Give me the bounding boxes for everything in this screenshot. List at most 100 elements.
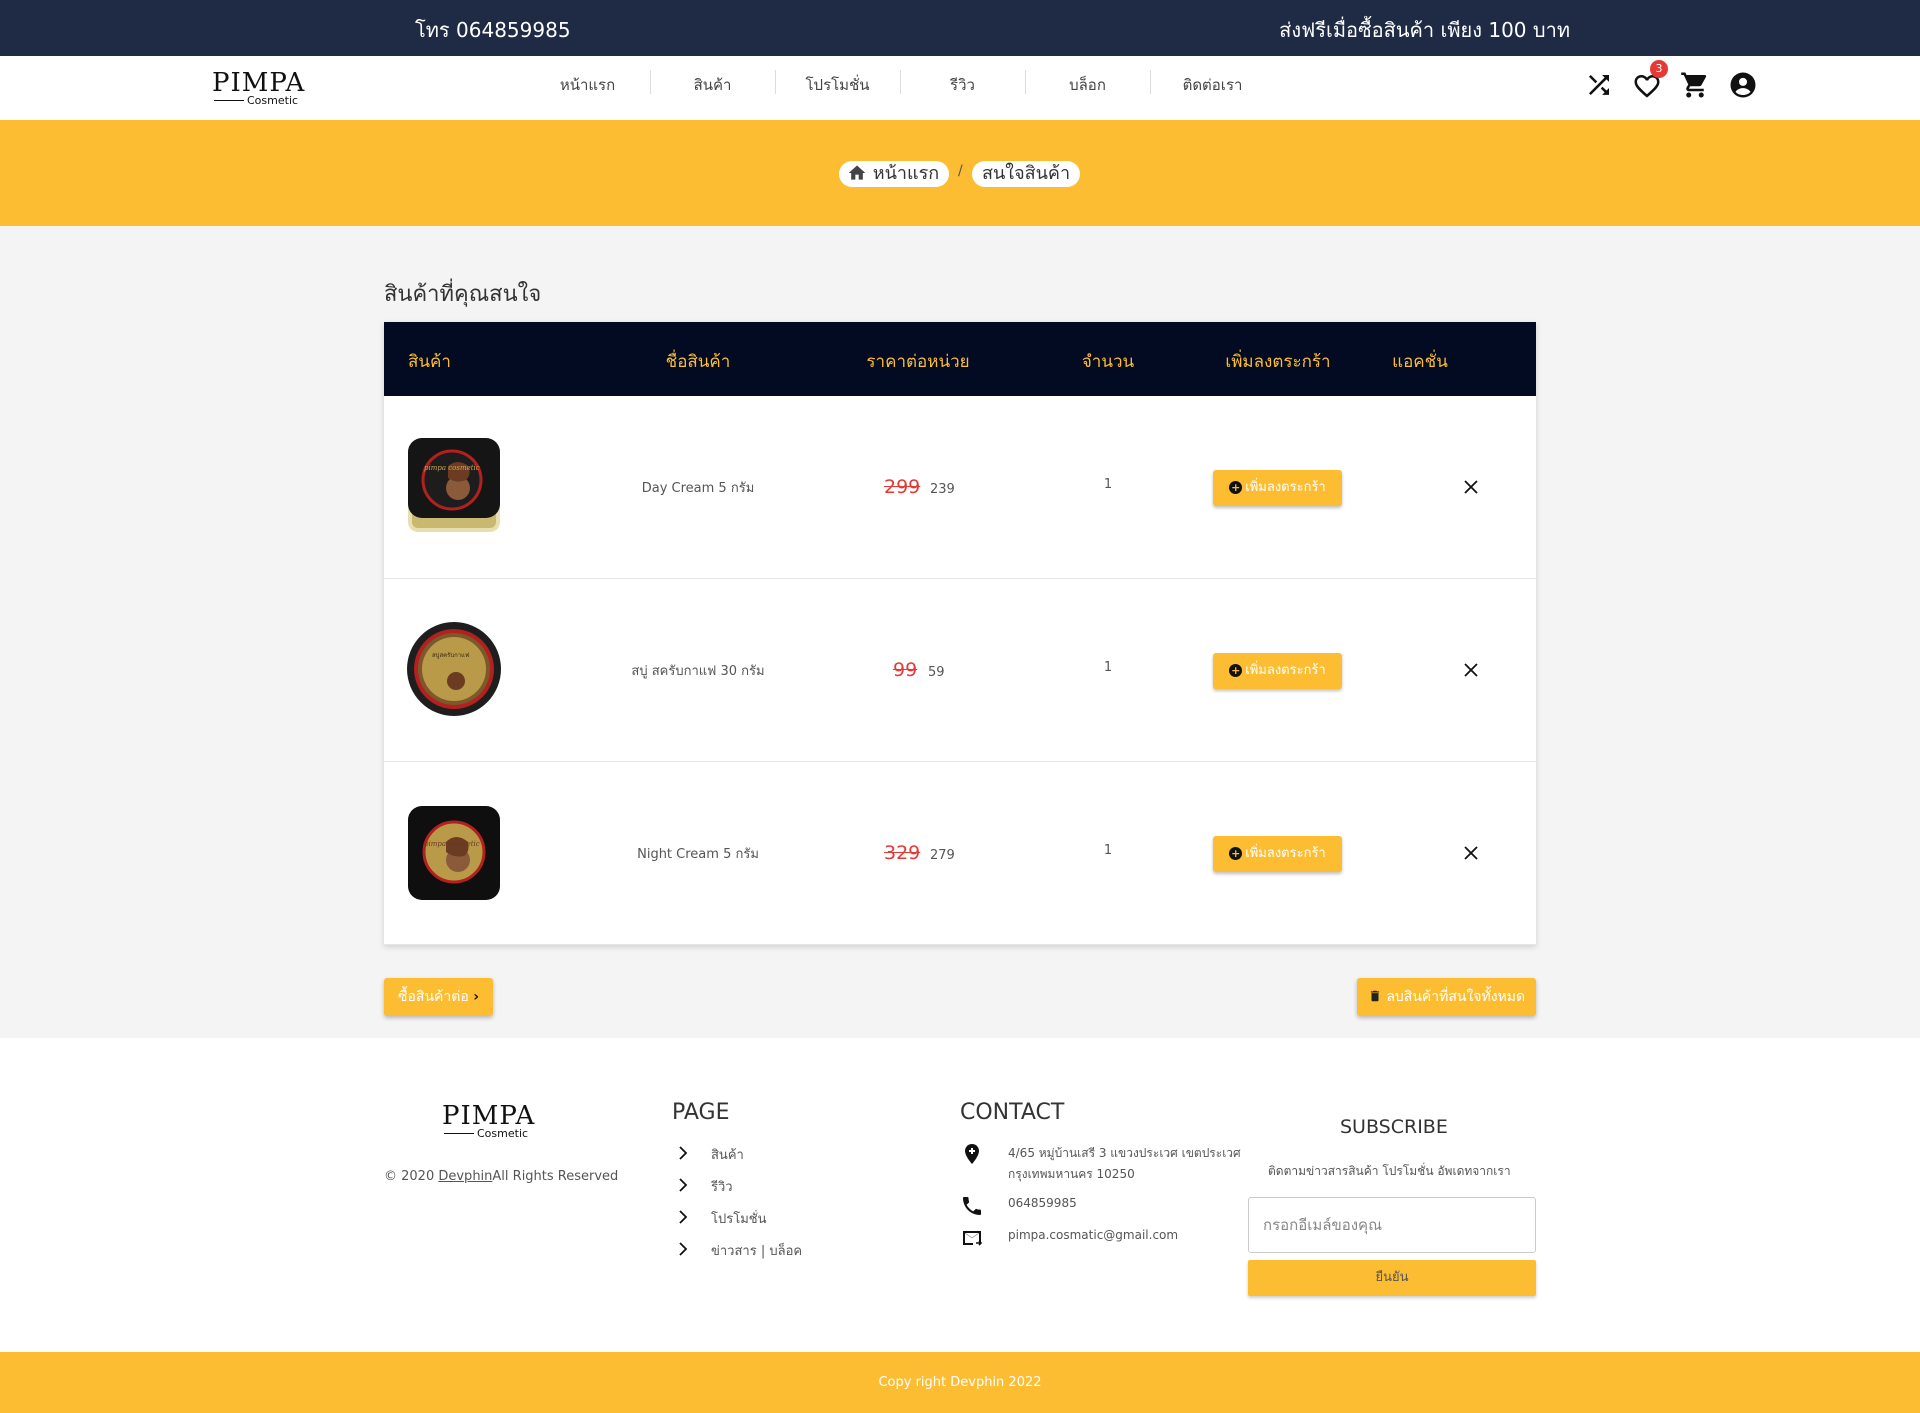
home-icon <box>848 165 866 180</box>
nav-promotion[interactable]: โปรโมชั่น <box>775 70 900 100</box>
page-title: สินค้าที่คุณสนใจ <box>384 282 542 307</box>
product-quantity: 1 <box>1103 843 1113 858</box>
footer-bottom-bar: Copy right Devphin 2022 <box>0 1352 1920 1413</box>
product-image-coffee-scrub-soap[interactable]: สบู่สครับกาแฟ <box>406 619 502 719</box>
copyright-prefix: © 2020 <box>384 1169 439 1184</box>
nav-blog[interactable]: บล็อก <box>1025 70 1150 100</box>
product-name: Day Cream 5 กรัม <box>641 481 755 496</box>
wishlist-count-badge: 3 <box>1650 60 1668 78</box>
email-icon <box>963 1231 983 1246</box>
footer-link-promotion[interactable]: โปรโมชั่น <box>711 1208 766 1229</box>
footer-link-review[interactable]: รีวิว <box>711 1176 733 1197</box>
contact-address-line1: 4/65 หมู่บ้านเสรี 3 แขวงประเวศ เขตประเวศ <box>1008 1146 1241 1160</box>
shuffle-icon[interactable] <box>1584 70 1614 100</box>
plus-circle-icon: + <box>1229 847 1243 860</box>
product-name: Night Cream 5 กรัม <box>637 847 759 862</box>
plus-circle-icon: + <box>1229 664 1243 677</box>
footer-link-news-blog[interactable]: ข่าวสาร | บล็อค <box>711 1240 802 1261</box>
price-sale: 239 <box>930 482 955 497</box>
subscribe-email-input[interactable]: กรอกอีเมล์ของคุณ <box>1248 1197 1536 1253</box>
th-action: แอคชั่น <box>1392 352 1448 372</box>
th-product: สินค้า <box>408 352 451 372</box>
breadcrumb-home-label: หน้าแรก <box>872 163 940 184</box>
footer-logo[interactable]: PIMPA Cosmetic <box>442 1102 534 1142</box>
table-row: pimpa cosmetic Day Cream 5 กรัม 299 239 … <box>384 396 1536 579</box>
chevron-right-icon <box>679 1146 688 1160</box>
account-icon[interactable] <box>1728 70 1758 100</box>
svg-text:pimpa cosmetic: pimpa cosmetic <box>424 840 480 848</box>
breadcrumb-current: สนใจสินค้า <box>972 161 1081 187</box>
svg-text:pimpa cosmetic: pimpa cosmetic <box>424 464 480 472</box>
table-row: สบู่สครับกาแฟ สบู่ สครับกาแฟ 30 กรัม 99 … <box>384 579 1536 762</box>
breadcrumb-home[interactable]: หน้าแรก <box>839 161 950 187</box>
footer-page-heading: PAGE <box>672 1100 730 1125</box>
add-to-cart-button[interactable]: + เพิ่มลงตระกร้า <box>1213 836 1342 872</box>
footer-copyright: © 2020 DevphinAll Rights Reserved <box>384 1169 618 1184</box>
price-original: 329 <box>884 842 921 864</box>
add-to-cart-label: เพิ่มลงตระกร้า <box>1245 663 1326 678</box>
footer-logo-underline <box>444 1133 474 1134</box>
copyright-suffix: All Rights Reserved <box>492 1169 619 1184</box>
contact-address-line2: กรุงเทพมหานคร 10250 <box>1008 1167 1135 1181</box>
product-image-night-cream[interactable]: pimpa cosmetic <box>406 802 502 902</box>
top-bar: โทร 064859985 ส่งฟรีเมื่อซื้อสินค้า เพีย… <box>0 0 1920 56</box>
price-original: 99 <box>893 659 918 681</box>
site-logo[interactable]: PIMPA Cosmetic <box>212 69 304 109</box>
site-header: PIMPA Cosmetic หน้าแรก สินค้า โปรโมชั่น … <box>0 56 1920 120</box>
trash-icon <box>1370 990 1379 1002</box>
logo-sub: Cosmetic <box>247 94 299 107</box>
continue-shopping-button[interactable]: ซื้อสินค้าต่อ › <box>384 978 493 1016</box>
contact-email[interactable]: pimpa.cosmatic@gmail.com <box>1008 1228 1178 1242</box>
breadcrumb-band: หน้าแรก / สนใจสินค้า <box>0 120 1920 226</box>
clear-wishlist-label: ลบสินค้าที่สนใจทั้งหมด <box>1386 989 1526 1005</box>
product-name: สบู่ สครับกาแฟ 30 กรัม <box>631 664 765 679</box>
nav-review[interactable]: รีวิว <box>900 70 1025 100</box>
price-sale: 59 <box>928 665 945 680</box>
chevron-right-icon: › <box>473 989 479 1005</box>
chevron-right-icon <box>679 1210 688 1224</box>
remove-close-icon[interactable] <box>1462 844 1480 862</box>
cart-icon[interactable] <box>1680 70 1710 100</box>
contact-phone: 064859985 <box>1008 1196 1077 1210</box>
table-header: สินค้า ชื่อสินค้า ราคาต่อหน่วย จำนวน เพิ… <box>384 322 1536 396</box>
footer-subscribe-heading: SUBSCRIBE <box>1340 1116 1448 1138</box>
th-unit-price: ราคาต่อหน่วย <box>866 352 970 372</box>
breadcrumb-separator: / <box>958 163 963 179</box>
phone-icon <box>963 1197 981 1215</box>
continue-shopping-label: ซื้อสินค้าต่อ <box>398 989 469 1005</box>
th-add-to-cart: เพิ่มลงตระกร้า <box>1225 352 1331 372</box>
remove-close-icon[interactable] <box>1462 661 1480 679</box>
table-row: pimpa cosmetic Night Cream 5 กรัม 329 27… <box>384 762 1536 945</box>
subscribe-submit-button[interactable]: ยืนยัน <box>1248 1260 1536 1296</box>
add-to-cart-button[interactable]: + เพิ่มลงตระกร้า <box>1213 653 1342 689</box>
logo-brand: PIMPA <box>212 68 306 98</box>
product-quantity: 1 <box>1103 660 1113 675</box>
nav-home[interactable]: หน้าแรก <box>525 70 650 100</box>
breadcrumb-current-label: สนใจสินค้า <box>982 163 1071 184</box>
svg-text:สบู่สครับกาแฟ: สบู่สครับกาแฟ <box>432 652 469 659</box>
remove-close-icon[interactable] <box>1462 478 1480 496</box>
plus-circle-icon: + <box>1229 481 1243 494</box>
price-original: 299 <box>884 476 921 498</box>
add-to-cart-button[interactable]: + เพิ่มลงตระกร้า <box>1213 470 1342 506</box>
footer-link-products[interactable]: สินค้า <box>711 1144 744 1165</box>
footer-logo-brand: PIMPA <box>442 1101 536 1131</box>
price-sale: 279 <box>930 848 955 863</box>
add-to-cart-label: เพิ่มลงตระกร้า <box>1245 846 1326 861</box>
copyright-link[interactable]: Devphin <box>438 1169 492 1184</box>
clear-wishlist-button[interactable]: ลบสินค้าที่สนใจทั้งหมด <box>1357 978 1536 1016</box>
location-add-icon <box>965 1144 979 1164</box>
footer-logo-sub: Cosmetic <box>477 1127 529 1140</box>
product-quantity: 1 <box>1103 477 1113 492</box>
wishlist-table: สินค้า ชื่อสินค้า ราคาต่อหน่วย จำนวน เพิ… <box>384 322 1536 945</box>
product-image-day-cream[interactable]: pimpa cosmetic <box>406 436 502 536</box>
nav-products[interactable]: สินค้า <box>650 70 775 100</box>
subscribe-description: ติดตามข่าวสารสินค้า โปรโมชั่น อัพเดทจากเ… <box>1268 1164 1511 1178</box>
chevron-right-icon <box>679 1178 688 1192</box>
topbar-promo: ส่งฟรีเมื่อซื้อสินค้า เพียง 100 บาท <box>1279 18 1570 42</box>
add-to-cart-label: เพิ่มลงตระกร้า <box>1245 480 1326 495</box>
footer-contact-heading: CONTACT <box>960 1100 1065 1125</box>
chevron-right-icon <box>679 1242 688 1256</box>
nav-contact[interactable]: ติดต่อเรา <box>1150 70 1275 100</box>
logo-underline <box>214 100 244 101</box>
